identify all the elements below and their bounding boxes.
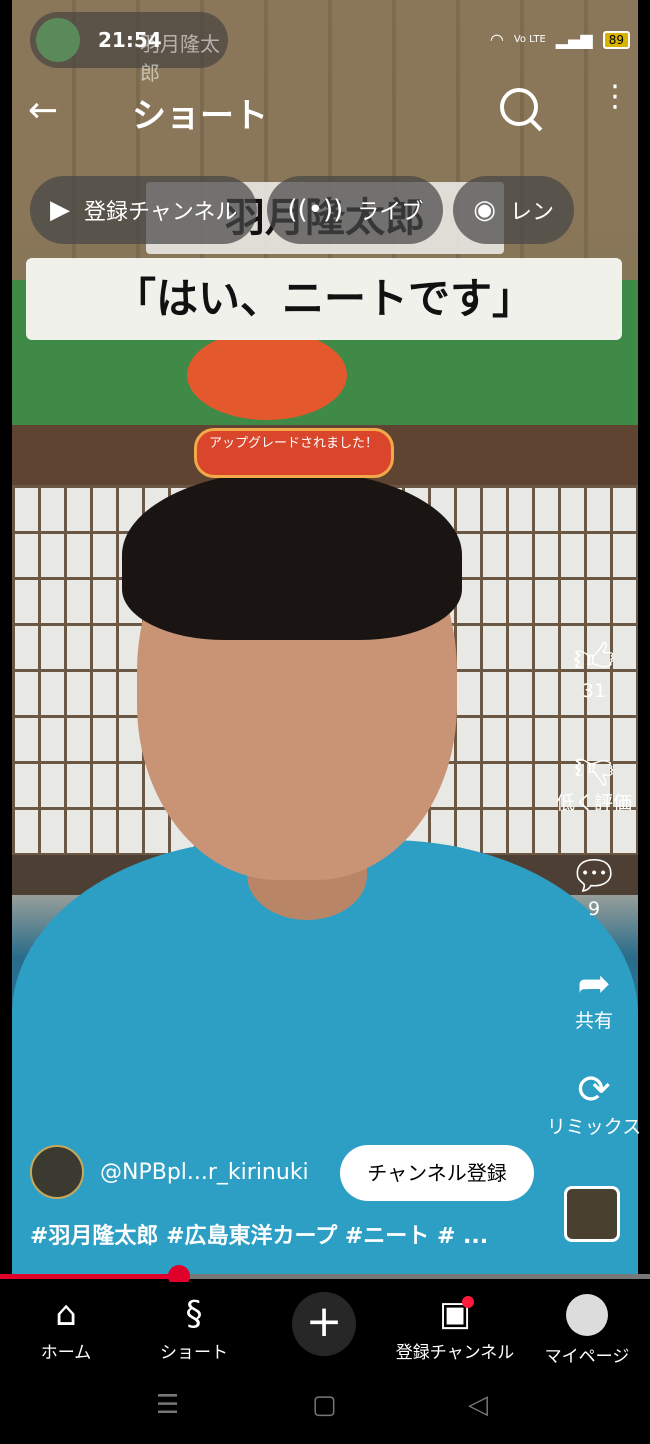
share-icon: ➦	[577, 961, 611, 1007]
page-title: ショート	[132, 96, 268, 136]
avatar	[566, 1294, 608, 1336]
nav-home[interactable]: ⌂ ホーム	[38, 1290, 94, 1363]
video-person-hair	[122, 470, 462, 640]
status-icons: ◠ Vo LTE ▂▄▆ 89	[490, 30, 630, 49]
chip-live[interactable]: ((•)) ライブ	[267, 176, 444, 244]
status-pill: 羽月隆太郎 21:54	[30, 12, 228, 85]
more-vert-icon[interactable]: ⋮	[600, 82, 630, 112]
search-icon[interactable]	[500, 88, 538, 126]
avatar	[36, 18, 80, 62]
home-icon: ⌂	[55, 1294, 77, 1334]
comments-button[interactable]: 💬︎ 9	[544, 854, 644, 920]
chip-label: ライブ	[357, 200, 424, 225]
notification-dot	[462, 1296, 474, 1308]
volte-label: Vo LTE	[513, 34, 546, 45]
comment-icon: 💬︎	[568, 853, 620, 899]
battery-icon: 89	[602, 30, 630, 49]
video-description[interactable]: #羽月隆太郎 #広島東洋カープ #ニート # ...	[30, 1218, 530, 1250]
status-bar: 羽月隆太郎 21:54 ◠ Vo LTE ▂▄▆ 89	[30, 12, 630, 85]
status-time: 21:54	[98, 28, 162, 52]
nav-label: マイページ	[544, 1347, 630, 1367]
share-button[interactable]: ➦ 共有	[544, 962, 644, 1033]
chip-label: レン	[509, 200, 554, 225]
remix-icon: ⟳	[577, 1067, 611, 1113]
chip-lens[interactable]: ◉ レン	[453, 176, 574, 244]
live-icon: ((•))	[287, 195, 344, 225]
dislike-label: 低く評価	[555, 792, 632, 814]
upgrade-badge: アップグレードされました！	[194, 428, 394, 478]
bottom-nav: ⌂ ホーム § ショート + ▣ 登録チャンネル マイページ	[0, 1282, 650, 1372]
share-label: 共有	[574, 1010, 613, 1032]
filter-chips: ▶ 登録チャンネル ((•)) ライブ ◉ レン	[30, 176, 650, 246]
video-mascot	[187, 330, 347, 420]
nav-label: ホーム	[40, 1343, 92, 1363]
nav-label: 登録チャンネル	[395, 1343, 515, 1363]
thumbs-down-icon: 👎︎	[573, 743, 615, 789]
shorts-icon: §	[185, 1294, 203, 1334]
dislike-button[interactable]: 👎︎ 低く評価	[544, 744, 644, 815]
system-nav: ☰ ▢ ◁	[0, 1376, 650, 1444]
nav-label: ショート	[160, 1343, 228, 1363]
subscriptions-icon: ▶	[50, 195, 70, 225]
progress-fill	[0, 1274, 180, 1279]
chip-subscriptions[interactable]: ▶ 登録チャンネル	[30, 176, 258, 244]
progress-bar[interactable]	[0, 1265, 650, 1287]
video-caption-main: 「はい、ニートです」	[26, 258, 622, 340]
top-bar: ← ショート ⋮	[0, 80, 650, 140]
lens-icon: ◉	[473, 195, 496, 225]
back-triangle-icon[interactable]: ◁	[468, 1390, 488, 1420]
back-arrow-icon[interactable]: ←	[28, 90, 58, 131]
create-icon[interactable]: +	[292, 1292, 356, 1356]
channel-avatar[interactable]	[30, 1145, 84, 1199]
comment-count: 9	[587, 898, 601, 920]
like-button[interactable]: 👍︎ 31	[544, 636, 644, 702]
nav-shorts[interactable]: § ショート	[154, 1290, 234, 1363]
subscribe-button[interactable]: チャンネル登録	[340, 1145, 534, 1201]
nav-subscriptions[interactable]: ▣ 登録チャンネル	[390, 1290, 520, 1363]
thumbs-up-icon: 👍︎	[573, 635, 615, 681]
recents-icon[interactable]: ☰	[156, 1390, 179, 1420]
home-square-icon[interactable]: ▢	[312, 1390, 337, 1420]
chip-label: 登録チャンネル	[84, 200, 238, 225]
remix-label: リミックス	[546, 1116, 642, 1138]
channel-handle[interactable]: @NPBpl...r_kirinuki	[100, 1160, 309, 1185]
subscriptions-icon: ▣	[438, 1294, 472, 1334]
wifi-icon: ◠	[489, 30, 504, 49]
like-count: 31	[581, 680, 607, 702]
sound-thumbnail[interactable]	[564, 1186, 620, 1242]
nav-mypage[interactable]: マイページ	[540, 1290, 634, 1367]
signal-icon: ▂▄▆	[555, 30, 593, 49]
remix-button[interactable]: ⟳ リミックス	[544, 1068, 644, 1139]
